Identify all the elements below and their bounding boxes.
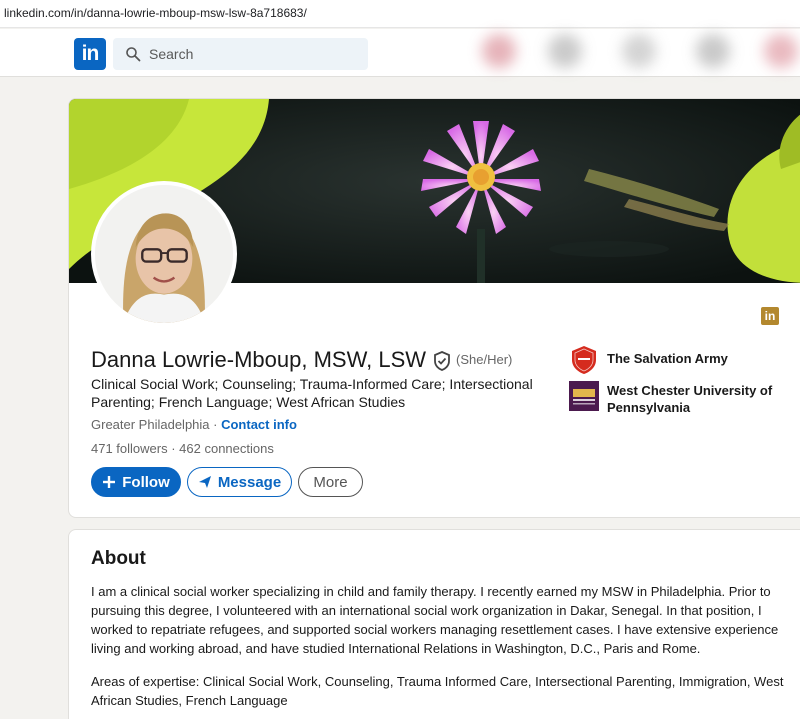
followers-count[interactable]: 471 followers bbox=[91, 441, 168, 456]
plus-icon bbox=[103, 476, 116, 488]
top-navigation: in bbox=[0, 29, 800, 77]
separator: · bbox=[167, 441, 180, 456]
message-button-label: Message bbox=[217, 473, 282, 491]
search-input[interactable] bbox=[149, 38, 359, 70]
nav-item-blurred[interactable] bbox=[548, 34, 582, 68]
about-card: About I am a clinical social worker spec… bbox=[68, 529, 800, 719]
profile-pronouns: (She/Her) bbox=[456, 352, 513, 367]
org-name: West Chester University of Pennsylvania bbox=[607, 383, 773, 415]
profile-network-stats: 471 followers · 462 connections bbox=[91, 441, 274, 456]
more-button[interactable]: More bbox=[298, 467, 363, 497]
about-heading: About bbox=[91, 548, 146, 569]
about-expertise: Areas of expertise: Clinical Social Work… bbox=[91, 674, 784, 708]
about-paragraph: I am a clinical social worker specializi… bbox=[91, 584, 779, 656]
profile-headline: Clinical Social Work; Counseling; Trauma… bbox=[91, 376, 533, 410]
profile-avatar[interactable] bbox=[91, 181, 237, 327]
profile-location-row: Greater Philadelphia · Contact info bbox=[91, 417, 297, 432]
search-box[interactable] bbox=[113, 38, 368, 70]
org-name: The Salvation Army bbox=[607, 351, 728, 366]
wcu-logo bbox=[569, 381, 599, 411]
message-button[interactable]: Message bbox=[187, 467, 292, 497]
browser-url-bar[interactable]: linkedin.com/in/danna-lowrie-mboup-msw-l… bbox=[0, 0, 800, 28]
verified-shield-icon[interactable] bbox=[432, 350, 452, 372]
contact-info-link[interactable]: Contact info bbox=[221, 417, 297, 432]
more-button-label: More bbox=[313, 473, 348, 491]
salvation-army-logo bbox=[572, 346, 596, 374]
nav-item-blurred[interactable] bbox=[622, 34, 656, 68]
follow-button[interactable]: Follow bbox=[91, 467, 181, 497]
linkedin-logo[interactable]: in bbox=[74, 38, 106, 70]
linkedin-badge-icon[interactable]: in bbox=[761, 307, 779, 325]
url-text[interactable]: linkedin.com/in/danna-lowrie-mboup-msw-l… bbox=[4, 6, 307, 20]
profile-location: Greater Philadelphia bbox=[91, 417, 210, 432]
nav-item-blurred[interactable] bbox=[764, 34, 798, 68]
profile-name: Danna Lowrie-Mboup, MSW, LSW bbox=[91, 347, 427, 372]
follow-button-label: Follow bbox=[122, 473, 170, 491]
nav-item-blurred[interactable] bbox=[482, 34, 516, 68]
search-icon bbox=[126, 47, 141, 62]
separator: · bbox=[209, 417, 222, 432]
nav-item-blurred[interactable] bbox=[696, 34, 730, 68]
profile-card: in Danna Lowrie-Mboup, MSW, LSW (She/Her… bbox=[68, 98, 800, 518]
org-west-chester-university[interactable]: West Chester University of Pennsylvania bbox=[569, 381, 799, 416]
connections-count[interactable]: 462 connections bbox=[179, 441, 274, 456]
org-salvation-army[interactable]: The Salvation Army bbox=[569, 345, 799, 375]
send-icon bbox=[198, 476, 211, 488]
